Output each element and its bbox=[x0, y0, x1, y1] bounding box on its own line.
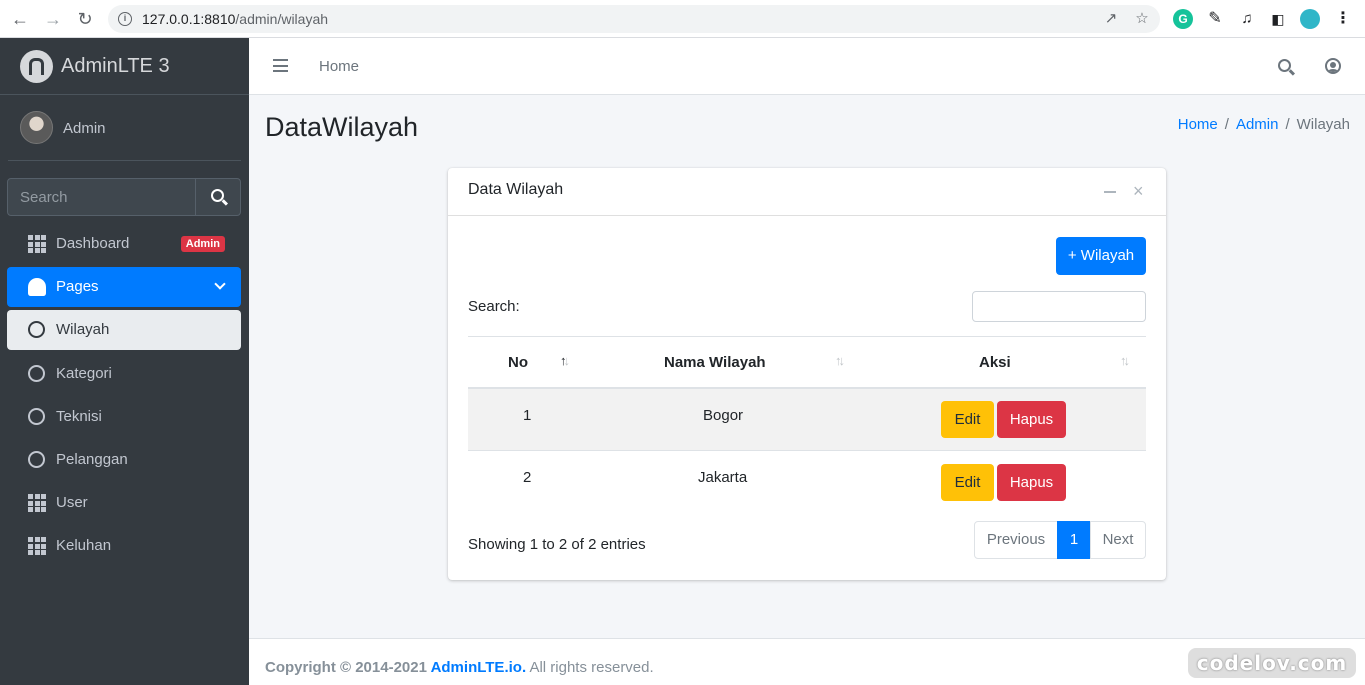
footer-adminlte-link[interactable]: AdminLTE.io. bbox=[431, 659, 527, 676]
circle-icon bbox=[28, 451, 45, 468]
sidebar-item-kategori[interactable]: Kategori bbox=[7, 354, 241, 394]
sidebar-item-label: Kategori bbox=[56, 365, 112, 382]
pagination-previous[interactable]: Previous bbox=[974, 521, 1058, 559]
sidebar-item-wilayah[interactable]: Wilayah bbox=[7, 310, 241, 350]
brand-link[interactable]: AdminLTE 3 bbox=[0, 38, 249, 95]
profile-avatar-icon[interactable] bbox=[1300, 9, 1320, 29]
user-panel[interactable]: Admin bbox=[8, 95, 241, 161]
sidebar-item-dashboard[interactable]: Dashboard Admin bbox=[7, 224, 241, 264]
user-circle-icon[interactable] bbox=[1325, 58, 1341, 74]
sort-icon[interactable]: ↑↓ bbox=[1120, 353, 1130, 368]
card-header: Data Wilayah × bbox=[448, 168, 1166, 216]
table-search-label: Search: bbox=[468, 298, 520, 315]
table-info: Showing 1 to 2 of 2 entries bbox=[468, 536, 646, 553]
share-icon[interactable]: ↗ bbox=[1102, 10, 1120, 28]
wilayah-table: No ↑↓ Nama Wilayah ↑↓ Aksi ↑↓ 1 Bogor 2 … bbox=[468, 336, 1146, 486]
url-text[interactable]: 127.0.0.1:8810/admin/wilayah bbox=[142, 11, 328, 27]
forward-arrow-icon[interactable]: → bbox=[42, 8, 64, 30]
sidebar-item-label: Pages bbox=[56, 278, 99, 295]
url-path: /admin/wilayah bbox=[235, 11, 329, 27]
main-sidebar: AdminLTE 3 Admin Dashboard Admin Pages W… bbox=[0, 38, 249, 685]
media-control-icon[interactable]: ♫ bbox=[1237, 9, 1257, 29]
sidebar-item-label: Dashboard bbox=[56, 235, 130, 252]
watermark: codelov.com bbox=[1188, 648, 1356, 678]
back-arrow-icon[interactable]: ← bbox=[9, 8, 31, 30]
page-title: DataWilayah bbox=[265, 112, 419, 142]
delete-button[interactable]: Hapus bbox=[997, 464, 1066, 501]
browser-menu-icon[interactable]: ⋮ bbox=[1333, 9, 1353, 29]
breadcrumb-admin[interactable]: Admin bbox=[1236, 116, 1279, 133]
sidebar-item-pelanggan[interactable]: Pelanggan bbox=[7, 440, 241, 480]
breadcrumb-home[interactable]: Home bbox=[1178, 116, 1218, 133]
sidebar-search bbox=[7, 178, 241, 216]
edit-button[interactable]: Edit bbox=[941, 464, 994, 501]
chevron-down-icon bbox=[214, 278, 226, 290]
edit-button[interactable]: Edit bbox=[941, 401, 994, 438]
sidebar-item-label: Teknisi bbox=[56, 408, 102, 425]
hamburger-menu-icon[interactable] bbox=[273, 59, 288, 72]
footer-text: Copyright © 2014-2021 AdminLTE.io. All r… bbox=[265, 659, 654, 676]
sidebar-item-label: Wilayah bbox=[56, 321, 110, 338]
cell-nama-wilayah: Bogor bbox=[703, 407, 744, 424]
grid-icon bbox=[28, 537, 46, 555]
bookmark-star-icon[interactable]: ☆ bbox=[1133, 10, 1151, 28]
column-header-nama-wilayah[interactable]: Nama Wilayah bbox=[664, 354, 766, 371]
sort-ascending-icon[interactable]: ↑↓ bbox=[560, 353, 570, 368]
cell-no: 2 bbox=[523, 469, 532, 486]
circle-icon bbox=[28, 321, 45, 338]
column-header-aksi[interactable]: Aksi bbox=[979, 354, 1011, 371]
column-header-no[interactable]: No bbox=[508, 354, 528, 371]
reload-icon[interactable]: ↻ bbox=[74, 8, 96, 30]
breadcrumb-separator: / bbox=[1285, 116, 1290, 133]
delete-button[interactable]: Hapus bbox=[997, 401, 1066, 438]
close-icon[interactable]: × bbox=[1133, 182, 1144, 200]
user-name[interactable]: Admin bbox=[63, 120, 106, 137]
tachometer-icon bbox=[28, 278, 46, 296]
grammarly-extension-icon[interactable]: G bbox=[1173, 9, 1193, 29]
sidebar-search-input[interactable] bbox=[7, 178, 196, 216]
pagination-next[interactable]: Next bbox=[1090, 521, 1146, 559]
breadcrumb-separator: / bbox=[1224, 116, 1229, 133]
admin-badge: Admin bbox=[180, 236, 225, 252]
footer-copyright: Copyright © 2014-2021 bbox=[265, 659, 431, 676]
side-panel-icon[interactable]: ◧ bbox=[1268, 9, 1288, 29]
circle-icon bbox=[28, 365, 45, 382]
site-info-icon[interactable]: i bbox=[118, 12, 132, 26]
sidebar-item-label: Pelanggan bbox=[56, 451, 128, 468]
sort-icon[interactable]: ↑↓ bbox=[835, 353, 845, 368]
circle-icon bbox=[28, 408, 45, 425]
breadcrumb-current: Wilayah bbox=[1296, 116, 1350, 133]
sidebar-item-teknisi[interactable]: Teknisi bbox=[7, 397, 241, 437]
table-search-input[interactable] bbox=[972, 291, 1146, 322]
top-navbar: Home bbox=[249, 38, 1365, 95]
breadcrumb: Home / Admin / Wilayah bbox=[1178, 116, 1350, 133]
cell-nama-wilayah: Jakarta bbox=[698, 469, 748, 486]
card-title: Data Wilayah bbox=[468, 181, 564, 198]
url-host: 127.0.0.1:8810 bbox=[142, 11, 236, 27]
browser-toolbar: ← → ↻ i 127.0.0.1:8810/admin/wilayah ↗ ☆… bbox=[0, 0, 1365, 38]
search-icon bbox=[211, 189, 224, 202]
brand-text: AdminLTE 3 bbox=[61, 55, 170, 77]
adminlte-logo-icon bbox=[20, 50, 53, 83]
search-icon[interactable] bbox=[1278, 59, 1291, 72]
sidebar-item-pages[interactable]: Pages bbox=[7, 267, 241, 307]
sidebar-item-keluhan[interactable]: Keluhan bbox=[7, 526, 241, 566]
sidebar-search-button[interactable] bbox=[195, 178, 241, 216]
sidebar-item-label: Keluhan bbox=[56, 537, 112, 554]
grid-icon bbox=[28, 235, 46, 253]
sidebar-item-label: User bbox=[56, 494, 88, 511]
minus-icon[interactable] bbox=[1104, 191, 1116, 193]
grid-icon bbox=[28, 494, 46, 512]
pagination-page-1[interactable]: 1 bbox=[1057, 521, 1091, 559]
add-wilayah-button[interactable]: + Wilayah bbox=[1056, 237, 1146, 275]
user-avatar bbox=[20, 111, 53, 144]
table-header-row: No ↑↓ Nama Wilayah ↑↓ Aksi ↑↓ bbox=[468, 337, 1146, 387]
nav-home-link[interactable]: Home bbox=[319, 58, 359, 75]
extensions-puzzle-icon[interactable]: ✎ bbox=[1205, 9, 1225, 29]
footer-rights: All rights reserved. bbox=[526, 659, 654, 676]
address-bar[interactable]: i 127.0.0.1:8810/admin/wilayah ↗ ☆ bbox=[108, 5, 1160, 33]
sidebar-item-user[interactable]: User bbox=[7, 483, 241, 523]
cell-no: 1 bbox=[523, 407, 532, 424]
